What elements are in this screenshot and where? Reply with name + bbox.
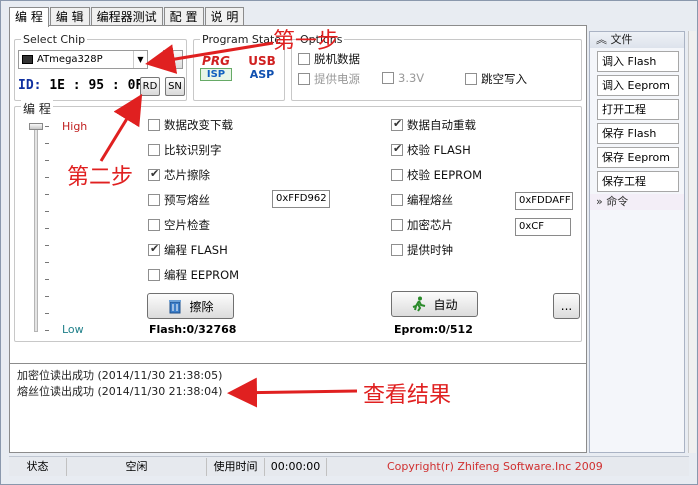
annotation-arrows bbox=[99, 41, 358, 408]
tab-program[interactable]: 编 程 bbox=[9, 7, 49, 27]
arrow-step1 bbox=[145, 41, 274, 74]
arrow-result bbox=[227, 377, 358, 408]
arrow-step2 bbox=[99, 93, 143, 162]
app-window: 编 程 编 辑 编程器测试 配 置 说 明 Select Chip ATmega… bbox=[0, 0, 698, 485]
